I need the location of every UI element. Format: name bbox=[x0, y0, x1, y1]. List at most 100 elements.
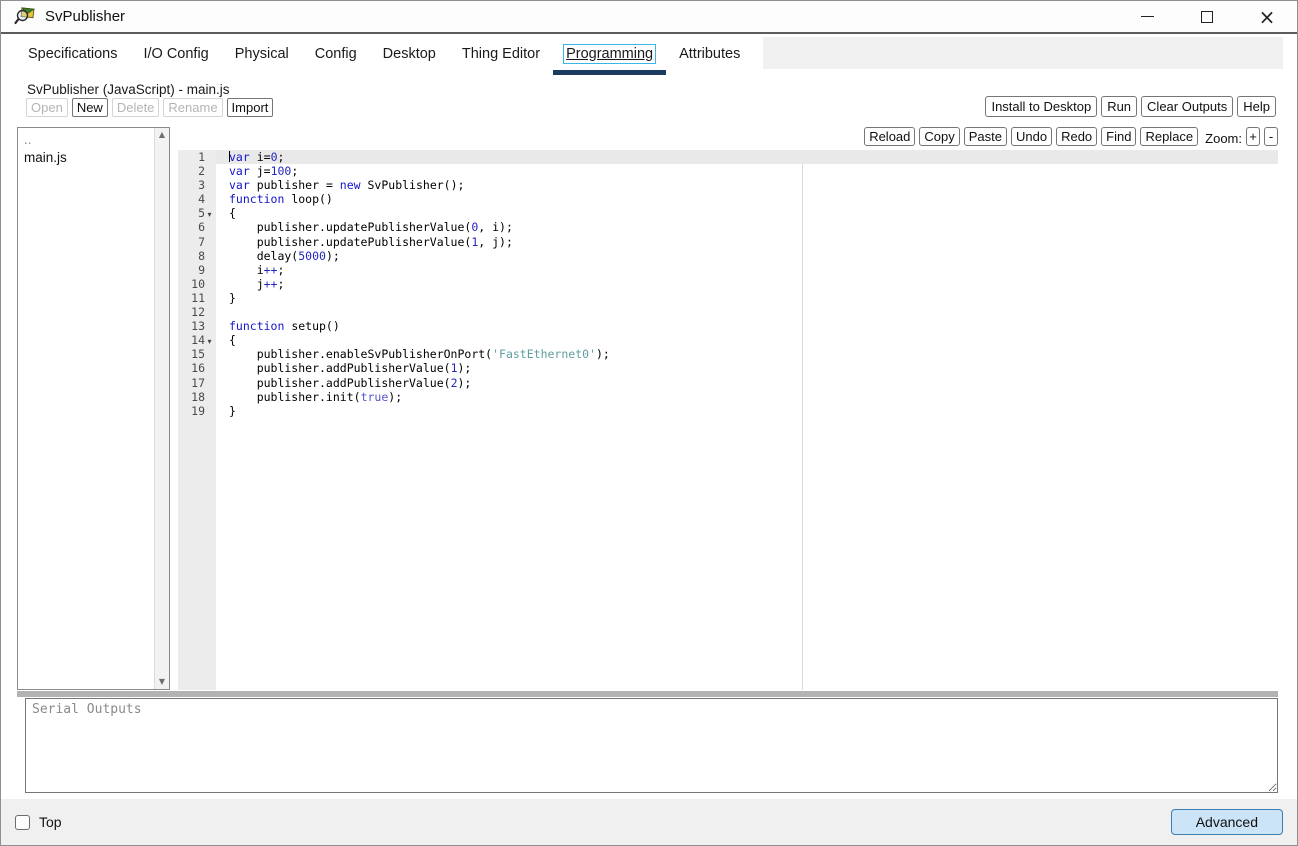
clear-outputs-button[interactable]: Clear Outputs bbox=[1141, 96, 1233, 117]
code-lines: 1var i=0;2var j=100;3var publisher = new… bbox=[173, 150, 1278, 418]
code-token: j= bbox=[250, 164, 271, 178]
scroll-down-icon[interactable]: ▼ bbox=[159, 677, 165, 687]
code-token: i bbox=[229, 263, 264, 277]
line-number: 8 bbox=[173, 249, 216, 263]
code-line-7[interactable]: 7 publisher.updatePublisherValue(1, j); bbox=[173, 235, 1278, 249]
code-text: publisher.enableSvPublisherOnPort('FastE… bbox=[216, 347, 1278, 361]
code-token: publisher.updatePublisherValue( bbox=[229, 220, 471, 234]
install-to-desktop-button[interactable]: Install to Desktop bbox=[985, 96, 1097, 117]
code-line-12[interactable]: 12 bbox=[173, 305, 1278, 319]
file-item-[interactable]: .. bbox=[18, 131, 154, 149]
find-button[interactable]: Find bbox=[1101, 127, 1136, 146]
code-line-1[interactable]: 1var i=0; bbox=[173, 150, 1278, 164]
run-button[interactable]: Run bbox=[1101, 96, 1137, 117]
code-line-18[interactable]: 18 publisher.init(true); bbox=[173, 390, 1278, 404]
tab-label: Specifications bbox=[26, 45, 119, 63]
code-line-3[interactable]: 3var publisher = new SvPublisher(); bbox=[173, 178, 1278, 192]
paste-button[interactable]: Paste bbox=[964, 127, 1007, 146]
line-number: 14▾ bbox=[173, 333, 216, 347]
code-line-19[interactable]: 19} bbox=[173, 404, 1278, 418]
maximize-button[interactable] bbox=[1177, 1, 1237, 32]
line-number: 5▾ bbox=[173, 206, 216, 220]
code-text: var i=0; bbox=[216, 150, 1278, 164]
code-line-11[interactable]: 11} bbox=[173, 291, 1278, 305]
code-token: j bbox=[229, 277, 264, 291]
app-icon bbox=[14, 6, 36, 28]
code-line-14[interactable]: 14▾ { bbox=[173, 333, 1278, 347]
code-token: publisher.enableSvPublisherOnPort( bbox=[229, 347, 492, 361]
file-actions: OpenNewDeleteRenameImport bbox=[26, 98, 273, 117]
code-line-9[interactable]: 9 i++; bbox=[173, 263, 1278, 277]
line-number: 18 bbox=[173, 390, 216, 404]
code-line-5[interactable]: 5▾{ bbox=[173, 206, 1278, 220]
code-line-17[interactable]: 17 publisher.addPublisherValue(2); bbox=[173, 376, 1278, 390]
code-token: publisher.addPublisherValue( bbox=[229, 376, 451, 390]
code-line-10[interactable]: 10 j++; bbox=[173, 277, 1278, 291]
tab-config[interactable]: Config bbox=[302, 36, 370, 72]
line-number: 10 bbox=[173, 277, 216, 291]
tab-physical[interactable]: Physical bbox=[222, 36, 302, 72]
code-text: } bbox=[216, 291, 1278, 305]
code-line-15[interactable]: 15 publisher.enableSvPublisherOnPort('Fa… bbox=[173, 347, 1278, 361]
code-token: ); bbox=[388, 390, 402, 404]
code-token: ++ bbox=[264, 263, 278, 277]
code-token: { bbox=[229, 333, 236, 347]
redo-button[interactable]: Redo bbox=[1056, 127, 1097, 146]
footer-bar: Top Advanced bbox=[1, 799, 1297, 845]
copy-button[interactable]: Copy bbox=[919, 127, 959, 146]
tab-desktop[interactable]: Desktop bbox=[370, 36, 449, 72]
tab-label: Desktop bbox=[381, 45, 438, 63]
code-token: var bbox=[229, 150, 250, 164]
code-editor: ReloadCopyPasteUndoRedoFindReplace Zoom:… bbox=[173, 127, 1278, 690]
code-area[interactable]: 1var i=0;2var j=100;3var publisher = new… bbox=[173, 150, 1278, 690]
undo-button[interactable]: Undo bbox=[1011, 127, 1052, 146]
splitter-handle[interactable] bbox=[17, 691, 1278, 697]
advanced-button[interactable]: Advanced bbox=[1171, 809, 1283, 835]
reload-button[interactable]: Reload bbox=[864, 127, 915, 146]
code-line-13[interactable]: 13function setup() bbox=[173, 319, 1278, 333]
code-token: var bbox=[229, 178, 250, 192]
tab-label: Config bbox=[313, 45, 359, 63]
import-button[interactable]: Import bbox=[227, 98, 274, 117]
scroll-up-icon[interactable]: ▲ bbox=[159, 130, 165, 140]
tab-attributes[interactable]: Attributes bbox=[666, 36, 753, 72]
code-line-2[interactable]: 2var j=100; bbox=[173, 164, 1278, 178]
active-tab-underline bbox=[553, 70, 666, 75]
replace-button[interactable]: Replace bbox=[1140, 127, 1198, 146]
minimize-button[interactable] bbox=[1117, 1, 1177, 32]
code-text: publisher.init(true); bbox=[216, 390, 1278, 404]
code-token: } bbox=[229, 404, 236, 418]
file-item-main-js[interactable]: main.js bbox=[18, 149, 154, 167]
tab-specifications[interactable]: Specifications bbox=[15, 36, 130, 72]
tab-i-o-config[interactable]: I/O Config bbox=[130, 36, 221, 72]
code-token: ); bbox=[458, 376, 472, 390]
code-line-8[interactable]: 8 delay(5000); bbox=[173, 249, 1278, 263]
tab-thing-editor[interactable]: Thing Editor bbox=[449, 36, 553, 72]
zoom-out-button[interactable]: - bbox=[1264, 127, 1278, 146]
code-text: j++; bbox=[216, 277, 1278, 291]
code-token: } bbox=[229, 291, 236, 305]
close-button[interactable]: × bbox=[1237, 1, 1297, 32]
window-title: SvPublisher bbox=[45, 8, 125, 25]
code-text: var publisher = new SvPublisher(); bbox=[216, 178, 1278, 192]
code-line-4[interactable]: 4function loop() bbox=[173, 192, 1278, 206]
code-text bbox=[216, 305, 1278, 319]
code-token: ); bbox=[596, 347, 610, 361]
code-token: ++ bbox=[264, 277, 278, 291]
line-number: 15 bbox=[173, 347, 216, 361]
code-text: { bbox=[216, 333, 1278, 347]
serial-outputs-textarea[interactable] bbox=[25, 698, 1278, 793]
code-line-6[interactable]: 6 publisher.updatePublisherValue(0, i); bbox=[173, 220, 1278, 234]
window-controls: × bbox=[1117, 1, 1297, 32]
code-line-16[interactable]: 16 publisher.addPublisherValue(1); bbox=[173, 361, 1278, 375]
zoom-in-button[interactable]: + bbox=[1246, 127, 1260, 146]
maximize-icon bbox=[1201, 11, 1213, 23]
help-button[interactable]: Help bbox=[1237, 96, 1276, 117]
file-list-scrollbar[interactable]: ▲ ▼ bbox=[154, 128, 169, 689]
code-token: ; bbox=[291, 164, 298, 178]
new-button[interactable]: New bbox=[72, 98, 108, 117]
code-token: new bbox=[340, 178, 361, 192]
code-token: 0 bbox=[271, 150, 278, 164]
tab-programming[interactable]: Programming bbox=[553, 36, 666, 72]
top-checkbox[interactable] bbox=[15, 815, 30, 830]
